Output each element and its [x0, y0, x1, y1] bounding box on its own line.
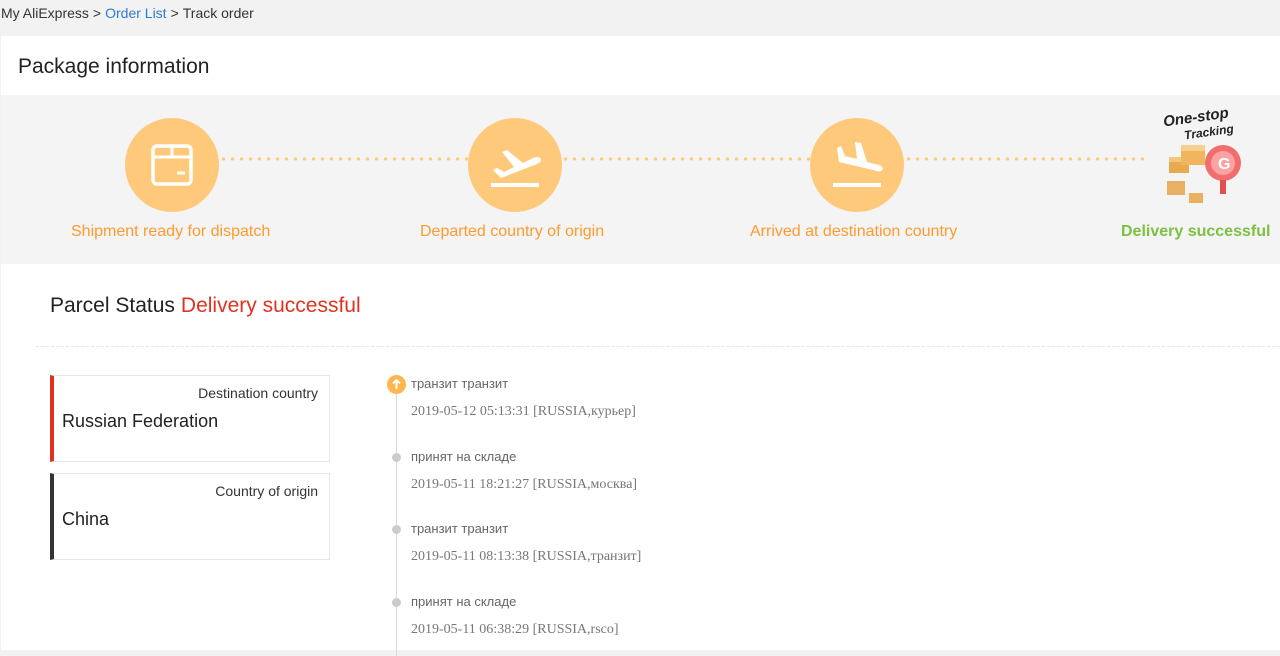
- step-arrived-label: Arrived at destination country: [750, 223, 958, 240]
- step-delivered-label: Delivery successful: [1121, 223, 1271, 240]
- step-dispatch-circle: [125, 118, 219, 212]
- origin-name: China: [62, 509, 110, 529]
- breadcrumb: My AliExpress > Order List > Track order: [0, 0, 1280, 36]
- timeline-track: [396, 386, 397, 656]
- divider: [36, 346, 1280, 347]
- destination-name: Russian Federation: [62, 411, 219, 431]
- progress-connector: [904, 157, 1146, 161]
- event-meta: 2019-05-11 06:38:29 [RUSSIA,rsco]: [411, 622, 619, 637]
- step-arrived-circle: [810, 118, 904, 212]
- shipping-progress: One-stop Tracking G Shipment ready for d…: [1, 95, 1280, 264]
- event-description: принят на складе: [411, 449, 517, 464]
- event-dot: [392, 525, 401, 534]
- plane-arrival-icon: [833, 142, 883, 187]
- step-departed-circle: [468, 118, 562, 212]
- progress-connector: [561, 157, 811, 161]
- step-departed-label: Departed country of origin: [420, 223, 605, 240]
- destination-caption: Destination country: [198, 385, 318, 401]
- breadcrumb-root[interactable]: My AliExpress: [1, 5, 89, 21]
- event-dot: [392, 453, 401, 462]
- event-meta: 2019-05-11 08:13:38 [RUSSIA,транзит]: [411, 549, 642, 564]
- package-info-title: Package information: [18, 55, 210, 78]
- latest-event-icon: [387, 375, 406, 394]
- destination-country-card: Destination country Russian Federation: [50, 375, 330, 462]
- breadcrumb-separator: >: [92, 5, 102, 21]
- breadcrumb-separator: >: [170, 5, 179, 21]
- event-dot: [392, 598, 401, 607]
- event-description: транзит транзит: [411, 521, 509, 536]
- origin-caption: Country of origin: [215, 483, 318, 499]
- parcel-magnifier-icon: G: [1167, 145, 1241, 203]
- origin-country-card: Country of origin China: [50, 473, 330, 560]
- event-description: принят на складе: [411, 594, 517, 609]
- event-meta: 2019-05-11 18:21:27 [RUSSIA,москва]: [411, 477, 638, 492]
- box-icon: [151, 144, 193, 186]
- tracking-panel: Package information One-stop Tracking G …: [1, 36, 1280, 656]
- breadcrumb-current: Track order: [182, 5, 254, 21]
- progress-connector: [219, 157, 469, 161]
- parcel-status-label: Parcel Status: [50, 294, 175, 317]
- parcel-status: Parcel Status Delivery successful: [50, 294, 361, 318]
- one-stop-tracking-badge: One-stop Tracking G: [1161, 105, 1251, 205]
- parcel-status-value: Delivery successful: [180, 294, 361, 317]
- svg-text:G: G: [1218, 156, 1230, 173]
- plane-departure-icon: [491, 150, 541, 187]
- step-dispatch-label: Shipment ready for dispatch: [71, 223, 271, 240]
- event-meta: 2019-05-12 05:13:31 [RUSSIA,курьер]: [411, 404, 636, 419]
- breadcrumb-order-list-link[interactable]: Order List: [105, 5, 166, 21]
- event-description: транзит транзит: [411, 376, 509, 391]
